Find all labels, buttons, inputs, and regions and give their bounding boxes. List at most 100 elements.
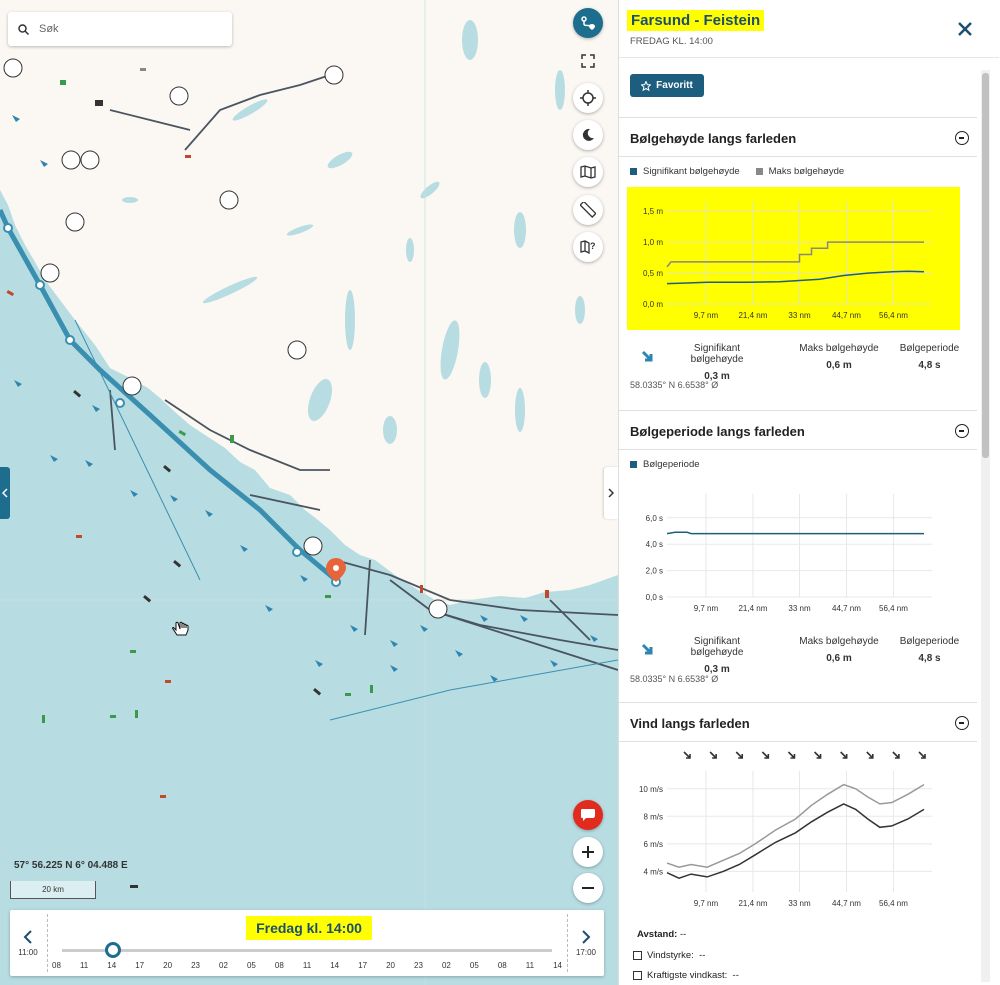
- timeline-tick: 14: [553, 961, 562, 970]
- close-icon[interactable]: [956, 20, 974, 38]
- chart-y-tick-label: 4,0 s: [646, 540, 663, 549]
- map-info-button[interactable]: ?: [573, 232, 603, 262]
- chart-x-tick-label: 56,4 nm: [879, 899, 908, 908]
- timeline-tick: 11: [302, 961, 312, 970]
- chart-x-tick-label: 21,4 nm: [738, 604, 767, 613]
- wind-distance: Avstand: --: [637, 929, 687, 940]
- chart-x-tick-label: 33 nm: [788, 899, 811, 908]
- svg-text:?: ?: [590, 241, 596, 251]
- wind-direction-arrow-shape: [787, 751, 796, 759]
- wind-collapse-toggle[interactable]: [955, 716, 969, 730]
- timeline-tick: 20: [163, 961, 173, 970]
- wind-speed-checkbox[interactable]: [633, 951, 642, 960]
- expand-left-panel-button[interactable]: [0, 467, 10, 519]
- timeline-track[interactable]: [62, 949, 552, 952]
- stat-wave-period: Bølgeperiode 4,8 s: [899, 343, 960, 371]
- scrollbar-thumb[interactable]: [982, 73, 989, 458]
- map-canvas[interactable]: [0, 0, 618, 985]
- chart-y-tick-label: 0,5 m: [643, 269, 663, 278]
- wind-speed-option[interactable]: Vindstyrke: --: [633, 950, 705, 961]
- chart-x-tick-label: 44,7 nm: [832, 311, 861, 320]
- chart-y-tick-label: 8 m/s: [643, 812, 663, 821]
- timeline-tick: 23: [191, 961, 200, 970]
- legend-swatch-max: [755, 168, 763, 175]
- timeline-tick: 23: [414, 961, 423, 970]
- zoom-out-button[interactable]: [573, 873, 603, 903]
- wave-height-chart[interactable]: 0,0 m 0,5 m 1,0 m 1,5 m 9,7 nm 21,4 nm 33 nm 44…: [627, 187, 960, 330]
- chart-x-tick-label: 9,7 nm: [694, 311, 719, 320]
- map-layers-button[interactable]: [573, 157, 603, 187]
- night-mode-button[interactable]: [573, 120, 603, 150]
- timeline-tick: 14: [107, 961, 117, 970]
- panel-scrollbar[interactable]: [981, 70, 990, 982]
- chevron-left-icon: [2, 488, 8, 498]
- wind-direction-arrow: [735, 751, 744, 759]
- wind-direction-arrow: [787, 751, 796, 759]
- panel-header: Farsund - Feistein FREDAG KL. 14:00: [619, 0, 999, 58]
- section-divider: [619, 741, 977, 742]
- timeline-next-button[interactable]: 17:00: [568, 910, 604, 976]
- wave-period-position: 58.0335° N 6.6538° Ø: [630, 674, 719, 684]
- wind-direction-arrow-shape: [840, 751, 848, 759]
- chart-x-tick-label: 33 nm: [788, 604, 811, 613]
- wind-chart[interactable]: 4 m/s 6 m/s 8 m/s 10 m/s 9,7 nm 21,4 nm 33 nm 4…: [627, 745, 960, 910]
- favorite-button[interactable]: Favoritt: [630, 74, 704, 97]
- wave-period-title: Bølgeperiode langs farleden: [630, 424, 805, 439]
- legend-label-max: Maks bølgehøyde: [768, 166, 845, 177]
- stat-max-wave-height: Maks bølgehøyde 0,6 m: [799, 343, 879, 371]
- wind-direction-arrow: [709, 751, 717, 759]
- chart-x-tick-label: 44,7 nm: [832, 899, 861, 908]
- search-icon: [18, 23, 29, 35]
- legend-swatch-significant: [630, 168, 637, 175]
- timeline-tick: 02: [219, 961, 228, 970]
- fullscreen-icon: [581, 54, 595, 68]
- zoom-in-icon: [582, 846, 594, 858]
- chart-y-tick-label: 6 m/s: [643, 840, 663, 849]
- search-input[interactable]: [39, 23, 209, 35]
- timeline-divider: [47, 914, 48, 972]
- wave-period-collapse-toggle[interactable]: [955, 424, 969, 438]
- route-button[interactable]: [573, 8, 603, 38]
- chevron-right-icon: [608, 488, 614, 498]
- chart-highlight-background: [627, 187, 960, 330]
- timeline-tick: 08: [52, 961, 61, 970]
- locate-icon: [580, 90, 596, 106]
- wind-gust-checkbox[interactable]: [633, 971, 642, 980]
- chat-button[interactable]: [573, 800, 603, 830]
- wind-direction-arrow-shape: [735, 751, 744, 759]
- timeline-current-time: Fredag kl. 14:00: [246, 916, 372, 940]
- stat-max-wave-height: Maks bølgehøyde 0,6 m: [799, 636, 879, 664]
- locate-button[interactable]: [573, 83, 603, 113]
- chart-x-tick-label: 21,4 nm: [738, 899, 767, 908]
- search-bar[interactable]: [8, 12, 232, 46]
- destination-pin-icon: [326, 558, 346, 582]
- panel-title: Farsund - Feistein: [627, 10, 765, 31]
- wave-period-chart[interactable]: 0,0 s 2,0 s 4,0 s 6,0 s 9,7 nm 21,4 nm 33 nm 44…: [627, 480, 960, 623]
- wind-direction-arrow-shape: [892, 751, 900, 759]
- zoom-in-button[interactable]: [573, 837, 603, 867]
- chart-y-tick-label: 4 m/s: [643, 867, 663, 876]
- night-mode-icon: [582, 128, 594, 141]
- timeline-tick: 08: [274, 961, 284, 970]
- timeline[interactable]: 11:00 Fredag kl. 14:00 08 11 14 17 20 23 02 05 0…: [10, 910, 604, 976]
- ruler-icon: [580, 202, 596, 218]
- section-divider: [619, 410, 977, 411]
- section-divider: [619, 156, 977, 157]
- timeline-prev-button[interactable]: 11:00: [10, 910, 46, 976]
- star-icon: [641, 80, 652, 91]
- hand-cursor-icon: [172, 621, 189, 636]
- timeline-tick: 05: [469, 961, 479, 970]
- wind-direction-arrow: [761, 751, 770, 759]
- wave-height-collapse-toggle[interactable]: [955, 131, 969, 145]
- chart-x-tick-label: 9,7 nm: [694, 899, 719, 908]
- fullscreen-button[interactable]: [573, 46, 603, 76]
- map-view[interactable]: ? 57° 56.225 N 6° 04.488 E 20 km 11:00 F…: [0, 0, 618, 985]
- collapse-right-panel-button[interactable]: [604, 467, 618, 519]
- legend-label-significant: Signifikant bølgehøyde: [643, 166, 740, 177]
- wind-gust-option[interactable]: Kraftigste vindkast: --: [633, 970, 739, 981]
- timeline-handle[interactable]: [105, 942, 122, 958]
- chevron-right-icon: [582, 929, 591, 944]
- chevron-left-icon: [23, 929, 32, 944]
- timeline-tick: 08: [497, 961, 507, 970]
- ruler-button[interactable]: [573, 195, 603, 225]
